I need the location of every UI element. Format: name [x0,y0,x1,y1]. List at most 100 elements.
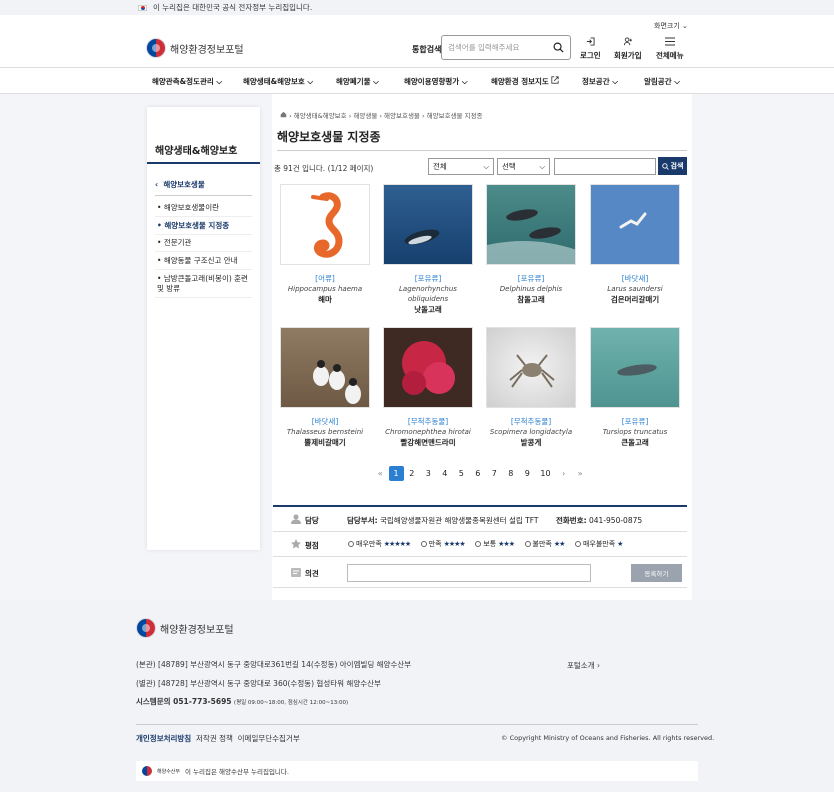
nav-label: 해양환경 정보지도 [491,77,549,86]
copyright-policy-link[interactable]: 저작권 정책 [196,734,233,743]
species-card[interactable]: [무척추동물] Scopimera longidactyla 발콩게 [486,327,576,448]
first-page-button[interactable]: « [372,469,389,478]
rating-option-label: 보통 [483,540,497,548]
rating-option[interactable]: 매우불만족 ★ [574,539,623,549]
home-icon[interactable] [280,111,287,118]
page-button[interactable]: 8 [503,469,520,478]
page-button[interactable]: 5 [453,469,470,478]
page-button[interactable]: 6 [470,469,487,478]
rating-option-label: 매우불만족 [582,540,616,548]
search-icon[interactable] [553,42,564,53]
rating-option[interactable]: 보통 ★★★ [475,539,515,549]
search-input[interactable] [448,43,548,52]
portal-intro-label: 포털소개 [567,661,595,670]
register-button[interactable]: 등록하기 [631,564,682,582]
next-page-button[interactable]: › [556,469,573,478]
search-box[interactable] [441,35,571,60]
species-image-seahorse [280,184,370,265]
species-card[interactable]: [무척추동물] Chromonephthea hirotai 빨강해면맨드라미 [383,327,473,448]
dept-label: 담당부서: [347,516,378,525]
species-card[interactable]: [바닷새] Thalasseus bernsteini 뿔제비갈매기 [280,327,370,448]
rating-stars: ★★★★ [443,540,466,548]
site-logo[interactable]: 해양환경정보포털 [146,38,244,58]
page-button[interactable]: 7 [486,469,503,478]
nav-item-notice[interactable]: 알림공간 ⌵ [644,76,680,87]
species-korean-name: 큰돌고래 [621,438,649,447]
login-button[interactable]: 로그인 [580,37,601,61]
nav-item-info[interactable]: 정보공간 ⌵ [582,76,618,87]
species-scientific-name: Thalasseus bernsteini [286,428,364,436]
species-category: [포유류] [414,274,442,283]
join-label: 회원가입 [614,51,642,60]
rating-option[interactable]: 매우만족 ★★★★★ [348,539,411,549]
page-button[interactable]: 9 [519,469,536,478]
rating-option-label: 매우만족 [356,540,382,548]
hamburger-icon [664,37,675,46]
font-size-button[interactable]: 화면크기 ⌄ [654,21,688,31]
nav-item-map[interactable]: 해양환경 정보지도 [491,76,560,87]
rating-row: 평점 매우만족 ★★★★★ 만족 ★★★★ 보통 ★★★ 불만족 ★★ 매우불만족 ★ [273,532,687,557]
divider [155,251,252,252]
species-scientific-name: Chromonephthea hirotai [385,428,471,436]
rating-option-label: 만족 [428,540,442,548]
species-korean-name: 빨강해면맨드라미 [400,438,456,447]
ministry-banner: 해양수산부 이 누리집은 해양수산부 누리집입니다. [136,761,698,781]
rating-option-label: 불만족 [532,540,552,548]
species-card[interactable]: [바닷새] Larus saundersi 검은머리갈매기 [590,184,680,305]
side-nav-section[interactable]: ‹ 해양보호생물 [155,179,205,190]
footer-site-name: 해양환경정보포털 [160,624,234,636]
opinion-input[interactable] [347,564,591,582]
field-select[interactable]: 선택 ⌵ [497,158,550,175]
search-icon [661,162,669,170]
nav-item-waste[interactable]: 해양폐기물 ⌵ [336,76,379,87]
join-button[interactable]: 회원가입 [614,37,642,61]
species-category: [무척추동물] [510,417,552,426]
nav-item-observation[interactable]: 해양관측&정도관리 ⌵ [152,76,222,87]
portal-intro-link[interactable]: 포털소개 › [567,660,600,671]
keyword-input[interactable] [554,158,656,175]
search-button-label: 검색 [670,162,684,170]
all-menu-button[interactable]: 전체메뉴 [656,37,684,61]
side-nav-item[interactable]: • 남방큰돌고래(비봉이) 훈련 및 방류 [157,274,257,294]
nav-label: 알림공간 [644,77,672,86]
privacy-policy-link[interactable]: 개인정보처리방침 [136,734,191,743]
result-count: 총 91건 입니다. (1/12 페이지) [274,164,374,173]
species-card[interactable]: [포유류] Tursiops truncatus 큰돌고래 [590,327,680,448]
divider [155,195,252,196]
page-button[interactable]: 10 [536,469,556,478]
side-nav-item-label: 해양동물 구조신고 안내 [163,256,238,265]
page-button-current[interactable]: 1 [388,466,404,481]
species-scientific-name: Scopimera longidactyla [489,428,573,436]
rating-option[interactable]: 불만족 ★★ [524,539,565,549]
main-nav: 해양관측&정도관리 ⌵ 해양생태&해양보호 ⌵ 해양폐기물 ⌵ 해양이용영향평가… [0,67,834,94]
last-page-button[interactable]: » [572,469,589,478]
side-nav-item[interactable]: • 해양동물 구조신고 안내 [157,256,257,266]
page-button[interactable]: 3 [420,469,437,478]
side-nav-item[interactable]: • 전문기관 [157,238,257,248]
side-nav-item-active[interactable]: • 해양보호생물 지정종 [157,221,257,231]
species-category: [바닷새] [311,417,339,426]
page-button[interactable]: 2 [404,469,421,478]
search-button[interactable]: 검색 [658,157,687,175]
login-label: 로그인 [580,51,601,60]
footer-logo[interactable]: 해양환경정보포털 [136,618,234,638]
species-card[interactable]: [어류] Hippocampus haema 해마 [280,184,370,305]
rating-option[interactable]: 만족 ★★★★ [420,539,466,549]
nav-item-ecology[interactable]: 해양생태&해양보호 ⌵ [243,76,313,87]
side-nav [147,107,260,550]
species-korean-name: 검은머리갈매기 [610,295,660,304]
all-menu-label: 전체메뉴 [656,51,684,60]
nav-item-impact[interactable]: 해양이용영향평가 ⌵ [404,76,468,87]
species-card[interactable]: [포유류] Lagenorhynchus obliquidens 낫돌고래 [383,184,473,315]
species-scientific-name: Hippocampus haema [287,285,363,293]
email-policy-link[interactable]: 이메일무단수집거부 [238,734,300,743]
person-icon [291,514,301,524]
species-card[interactable]: [포유류] Delphinus delphis 참돌고래 [486,184,576,305]
nav-label: 정보공간 [582,77,610,86]
page-button[interactable]: 4 [437,469,454,478]
rating-stars: ★ [617,540,623,548]
ministry-banner-text: 이 누리집은 해양수산부 누리집입니다. [185,768,289,776]
category-select[interactable]: 전체 ⌵ [428,158,494,175]
side-nav-item[interactable]: • 해양보호생물이란 [157,203,257,213]
taegeuk-small-icon [142,766,152,776]
